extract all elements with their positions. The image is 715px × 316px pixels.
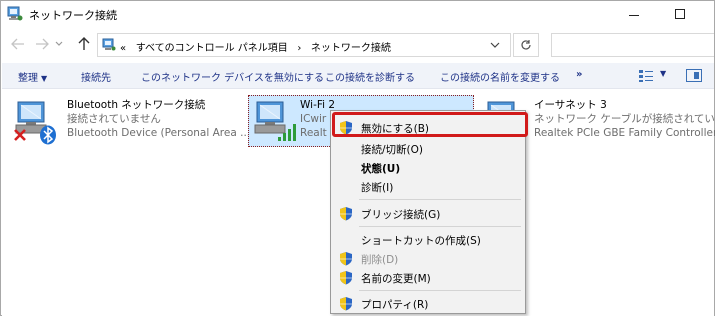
adapter-item-bluetooth[interactable]: Bluetooth ネットワーク接続 接続されていません Bluetooth D… <box>10 96 250 146</box>
menu-item-rename[interactable]: 名前の変更(M) <box>331 267 525 287</box>
title-bar: ネットワーク接続 <box>1 1 714 27</box>
control-panel-icon <box>102 38 116 51</box>
signal-strength-icon <box>278 124 296 141</box>
uac-shield-icon <box>340 207 352 221</box>
menu-item-delete[interactable]: 削除(D) <box>331 248 525 268</box>
adapter-status: ICwir <box>300 113 327 125</box>
menu-item-label: プロパティ(R) <box>361 299 429 311</box>
menu-item-diagnose[interactable]: 診断(I) <box>331 176 525 196</box>
adapter-status: 接続されていません <box>67 113 161 125</box>
breadcrumb-item-control-panel[interactable]: すべてのコントロール パネル項目 <box>136 43 288 54</box>
search-input[interactable] <box>551 33 714 57</box>
change-view-icon[interactable] <box>638 69 654 83</box>
chevron-down-icon <box>55 41 63 46</box>
menu-separator <box>359 199 521 200</box>
window: ネットワーク接続 « すべてのコントロール パネル項目 › ネットワーク接続 整… <box>0 0 715 316</box>
breadcrumb-overflow[interactable]: « <box>120 43 126 54</box>
disconnected-icon <box>14 129 26 141</box>
menu-item-connect-disconnect[interactable]: 接続/切断(O) <box>331 138 525 158</box>
breadcrumb: « すべてのコントロール パネル項目 › ネットワーク接続 <box>120 39 391 54</box>
adapter-device: Bluetooth Device (Personal Area ... <box>67 127 251 139</box>
view-dropdown-icon[interactable]: ▼ <box>660 69 666 78</box>
breadcrumb-separator[interactable]: › <box>297 43 301 54</box>
adapter-name: Bluetooth ネットワーク接続 <box>67 99 206 111</box>
up-button[interactable] <box>75 35 93 53</box>
adapter-status: ネットワーク ケーブルが接続されていま... <box>534 113 715 125</box>
context-menu: 無効にする(B) 接続/切断(O) 状態(U) 診断(I) ブリッジ接続(G) … <box>330 110 526 314</box>
maximize-button[interactable] <box>657 1 703 27</box>
adapter-device: Realt <box>300 127 327 139</box>
adapter-device: Realtek PCIe GBE Family Controller <box>534 127 715 139</box>
refresh-icon <box>521 40 531 50</box>
disable-device-button[interactable]: このネットワーク デバイスを無効にする <box>141 69 324 84</box>
menu-separator <box>359 290 521 291</box>
breadcrumb-item-network[interactable]: ネットワーク接続 <box>311 43 391 54</box>
menu-item-label: 診断(I) <box>361 182 394 194</box>
minimize-button[interactable] <box>611 1 657 27</box>
back-button[interactable] <box>9 35 27 53</box>
maximize-icon <box>675 9 685 19</box>
uac-shield-icon <box>340 297 352 311</box>
bluetooth-icon <box>40 125 56 145</box>
uac-shield-icon <box>340 271 352 285</box>
more-commands-button[interactable]: » <box>576 69 582 80</box>
minimize-icon <box>629 14 639 16</box>
rename-button[interactable]: この接続の名前を変更する <box>440 69 560 84</box>
menu-item-label: 名前の変更(M) <box>361 273 431 285</box>
refresh-button[interactable] <box>513 33 539 57</box>
organize-label: 整理 <box>18 73 38 84</box>
arrow-right-icon <box>36 38 49 50</box>
preview-pane-icon[interactable] <box>686 69 702 82</box>
menu-item-label: ショートカットの作成(S) <box>361 235 481 247</box>
menu-item-label: ブリッジ接続(G) <box>361 209 441 221</box>
menu-item-status[interactable]: 状態(U) <box>331 157 525 177</box>
command-bar: 整理 ▼ 接続先 このネットワーク デバイスを無効にする この接続を診断する この… <box>2 63 714 89</box>
organize-button[interactable]: 整理 ▼ <box>18 69 47 84</box>
connect-to-button[interactable]: 接続先 <box>81 69 111 84</box>
arrow-up-icon <box>78 37 90 50</box>
arrow-left-icon <box>11 38 24 50</box>
network-connections-icon <box>7 6 23 21</box>
address-bar[interactable]: « すべてのコントロール パネル項目 › ネットワーク接続 <box>97 33 511 57</box>
caret-down-icon: ▼ <box>41 74 48 83</box>
menu-item-bridge[interactable]: ブリッジ接続(G) <box>331 203 525 223</box>
window-title: ネットワーク接続 <box>29 9 117 22</box>
menu-item-label: 状態(U) <box>361 163 401 175</box>
diagnose-button[interactable]: この接続を診断する <box>325 69 415 84</box>
highlight-annotation <box>332 112 528 137</box>
menu-item-properties[interactable]: プロパティ(R) <box>331 293 525 313</box>
navigation-bar: « すべてのコントロール パネル項目 › ネットワーク接続 <box>1 29 714 61</box>
uac-shield-icon <box>340 252 352 266</box>
adapter-name: イーサネット 3 <box>534 99 607 111</box>
menu-separator <box>359 226 521 227</box>
recent-locations-button[interactable] <box>53 35 65 53</box>
address-dropdown-icon[interactable] <box>490 42 500 48</box>
forward-button[interactable] <box>33 35 51 53</box>
menu-item-create-shortcut[interactable]: ショートカットの作成(S) <box>331 229 525 249</box>
menu-item-label: 接続/切断(O) <box>361 144 423 156</box>
menu-item-label: 削除(D) <box>361 254 399 266</box>
